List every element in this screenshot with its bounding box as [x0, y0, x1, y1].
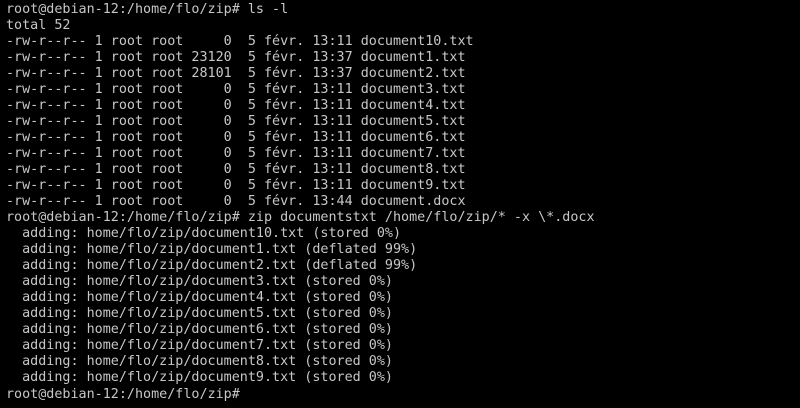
- prompt: root@debian-12:/home/flo/zip#: [6, 2, 248, 17]
- ls-row: -rw-r--r-- 1 root root 0 5 févr. 13:11 d…: [6, 178, 466, 193]
- ls-row: -rw-r--r-- 1 root root 0 5 févr. 13:11 d…: [6, 34, 474, 49]
- zip-row: adding: home/flo/zip/document1.txt (defl…: [6, 242, 418, 257]
- zip-row: adding: home/flo/zip/document6.txt (stor…: [6, 322, 393, 337]
- prompt: root@debian-12:/home/flo/zip#: [6, 387, 248, 402]
- zip-row: adding: home/flo/zip/document10.txt (sto…: [6, 226, 402, 241]
- prompt: root@debian-12:/home/flo/zip#: [6, 210, 248, 225]
- zip-row: adding: home/flo/zip/document3.txt (stor…: [6, 274, 393, 289]
- terminal-window[interactable]: root@debian-12:/home/flo/zip# ls -l tota…: [0, 0, 800, 408]
- zip-row: adding: home/flo/zip/document2.txt (defl…: [6, 258, 418, 273]
- prompt-line-zip: root@debian-12:/home/flo/zip# zip docume…: [6, 210, 800, 226]
- zip-row: adding: home/flo/zip/document7.txt (stor…: [6, 338, 393, 353]
- cursor: [248, 386, 256, 400]
- zip-row: adding: home/flo/zip/document5.txt (stor…: [6, 306, 393, 321]
- prompt-line-ls: root@debian-12:/home/flo/zip# ls -l: [6, 2, 800, 18]
- ls-row: -rw-r--r-- 1 root root 0 5 févr. 13:11 d…: [6, 82, 466, 97]
- prompt-line-current[interactable]: root@debian-12:/home/flo/zip#: [6, 386, 800, 402]
- zip-row: adding: home/flo/zip/document4.txt (stor…: [6, 290, 393, 305]
- zip-row: adding: home/flo/zip/document9.txt (stor…: [6, 370, 393, 385]
- command-zip: zip documentstxt /home/flo/zip/* -x \*.d…: [247, 210, 595, 225]
- ls-row: -rw-r--r-- 1 root root 0 5 févr. 13:11 d…: [6, 114, 466, 129]
- ls-row: -rw-r--r-- 1 root root 28101 5 févr. 13:…: [6, 66, 466, 81]
- ls-row: -rw-r--r-- 1 root root 0 5 févr. 13:44 d…: [6, 194, 466, 209]
- ls-row: -rw-r--r-- 1 root root 0 5 févr. 13:11 d…: [6, 146, 466, 161]
- zip-row: adding: home/flo/zip/document8.txt (stor…: [6, 354, 393, 369]
- ls-row: -rw-r--r-- 1 root root 23120 5 févr. 13:…: [6, 50, 466, 65]
- command-ls: ls -l: [247, 2, 289, 17]
- ls-row: -rw-r--r-- 1 root root 0 5 févr. 13:11 d…: [6, 130, 466, 145]
- ls-row: -rw-r--r-- 1 root root 0 5 févr. 13:11 d…: [6, 98, 466, 113]
- ls-row: -rw-r--r-- 1 root root 0 5 févr. 13:11 d…: [6, 162, 466, 177]
- ls-total: total 52: [6, 18, 71, 33]
